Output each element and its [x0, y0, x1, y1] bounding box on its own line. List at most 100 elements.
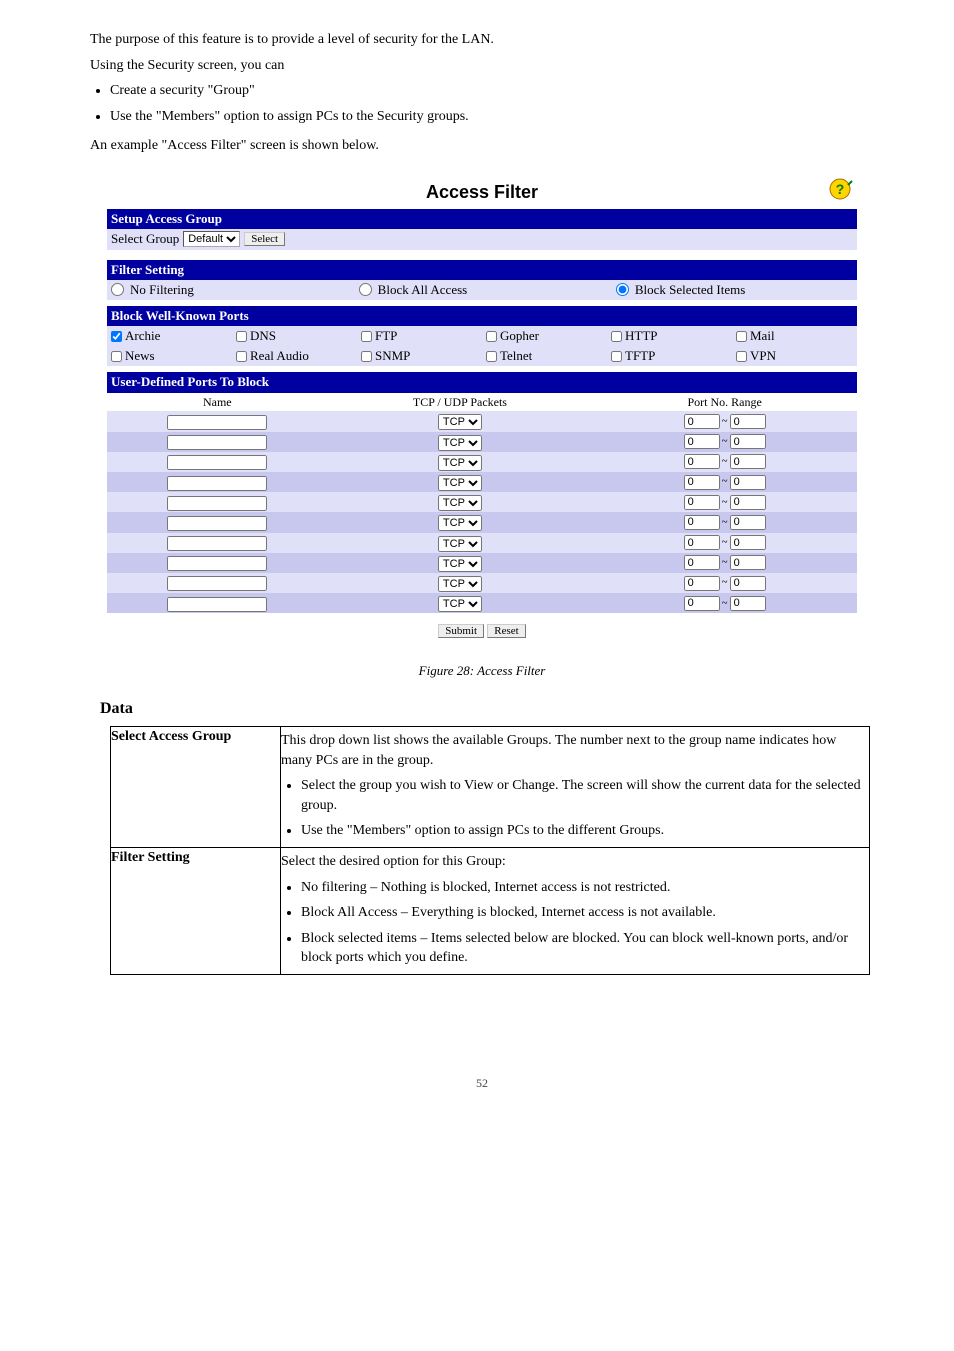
- well-known-ports-header: Block Well-Known Ports: [107, 306, 857, 326]
- table-row: Select Access GroupThis drop down list s…: [111, 727, 870, 848]
- intro-using-heading: Using the Security screen, you can: [90, 56, 874, 76]
- port-to-input[interactable]: [730, 515, 766, 530]
- submit-row: Submit Reset: [107, 613, 857, 647]
- help-icon[interactable]: ?: [829, 176, 855, 207]
- port-from-input[interactable]: [684, 495, 720, 510]
- user-defined-row: TCP ~: [107, 432, 857, 452]
- port-checkbox-news[interactable]: News: [107, 346, 232, 366]
- port-checkbox-mail[interactable]: Mail: [732, 326, 857, 346]
- table-row-label: Filter Setting: [111, 848, 281, 975]
- port-name-input[interactable]: [167, 516, 267, 531]
- range-separator: ~: [722, 515, 728, 530]
- user-defined-columns: Name TCP / UDP Packets Port No. Range: [107, 393, 857, 412]
- port-checkbox-tftp[interactable]: TFTP: [607, 346, 732, 366]
- protocol-select[interactable]: TCP: [438, 495, 482, 511]
- user-defined-row: TCP ~: [107, 533, 857, 553]
- select-button[interactable]: Select: [244, 232, 285, 246]
- protocol-select[interactable]: TCP: [438, 414, 482, 430]
- port-to-input[interactable]: [730, 495, 766, 510]
- port-from-input[interactable]: [684, 414, 720, 429]
- intro-bullets: Create a security "Group" Use the "Membe…: [110, 81, 874, 126]
- port-checkbox-archie[interactable]: Archie: [107, 326, 232, 346]
- port-from-input[interactable]: [684, 535, 720, 550]
- table-row: Filter SettingSelect the desired option …: [111, 848, 870, 975]
- protocol-select[interactable]: TCP: [438, 435, 482, 451]
- port-name-input[interactable]: [167, 435, 267, 450]
- page-title: Access Filter: [426, 180, 538, 205]
- port-from-input[interactable]: [684, 596, 720, 611]
- port-checkbox-gopher[interactable]: Gopher: [482, 326, 607, 346]
- access-filter-panel: Access Filter ? Setup Access Group Selec…: [107, 176, 857, 648]
- protocol-select[interactable]: TCP: [438, 556, 482, 572]
- port-from-input[interactable]: [684, 434, 720, 449]
- port-to-input[interactable]: [730, 414, 766, 429]
- port-checkbox-telnet[interactable]: Telnet: [482, 346, 607, 366]
- intro-bullet-1: Create a security "Group": [110, 81, 874, 101]
- range-separator: ~: [722, 474, 728, 489]
- intro-example: An example "Access Filter" screen is sho…: [90, 136, 874, 156]
- range-separator: ~: [722, 434, 728, 449]
- data-heading: Data: [100, 698, 874, 720]
- figure-caption: Figure 28: Access Filter: [90, 662, 874, 680]
- port-to-input[interactable]: [730, 475, 766, 490]
- port-to-input[interactable]: [730, 555, 766, 570]
- port-name-input[interactable]: [167, 597, 267, 612]
- port-name-input[interactable]: [167, 496, 267, 511]
- user-defined-ports-header: User-Defined Ports To Block: [107, 372, 857, 392]
- user-defined-row: TCP ~: [107, 472, 857, 492]
- port-checkbox-ftp[interactable]: FTP: [357, 326, 482, 346]
- port-checkbox-http[interactable]: HTTP: [607, 326, 732, 346]
- port-name-input[interactable]: [167, 476, 267, 491]
- filter-option-no-filtering[interactable]: No Filtering: [111, 281, 339, 299]
- port-to-input[interactable]: [730, 434, 766, 449]
- port-from-input[interactable]: [684, 576, 720, 591]
- port-name-input[interactable]: [167, 576, 267, 591]
- col-proto: TCP / UDP Packets: [328, 394, 593, 411]
- submit-button[interactable]: Submit: [438, 624, 484, 638]
- table-row-description: Select the desired option for this Group…: [281, 848, 870, 975]
- port-checkbox-vpn[interactable]: VPN: [732, 346, 857, 366]
- range-separator: ~: [722, 575, 728, 590]
- range-separator: ~: [722, 555, 728, 570]
- port-from-input[interactable]: [684, 555, 720, 570]
- protocol-select[interactable]: TCP: [438, 596, 482, 612]
- table-row-description: This drop down list shows the available …: [281, 727, 870, 848]
- port-to-input[interactable]: [730, 454, 766, 469]
- filter-option-block-selected[interactable]: Block Selected Items: [616, 281, 853, 299]
- user-defined-row: TCP~: [107, 452, 857, 472]
- select-group-label: Select Group: [111, 230, 179, 248]
- port-checkbox-snmp[interactable]: SNMP: [357, 346, 482, 366]
- setup-access-group-header: Setup Access Group: [107, 209, 857, 229]
- port-name-input[interactable]: [167, 455, 267, 470]
- protocol-select[interactable]: TCP: [438, 536, 482, 552]
- user-defined-rows: TCP~TCP~TCP~TCP~TCP~TCP~TCP~TCP~TCP~TCP~: [107, 411, 857, 613]
- port-to-input[interactable]: [730, 596, 766, 611]
- intro-purpose: The purpose of this feature is to provid…: [90, 30, 874, 50]
- port-from-input[interactable]: [684, 515, 720, 530]
- protocol-select[interactable]: TCP: [438, 576, 482, 592]
- user-defined-row: TCP ~: [107, 411, 857, 431]
- data-table: Select Access GroupThis drop down list s…: [110, 726, 870, 975]
- port-to-input[interactable]: [730, 535, 766, 550]
- range-separator: ~: [722, 414, 728, 429]
- protocol-select[interactable]: TCP: [438, 475, 482, 491]
- protocol-select[interactable]: TCP: [438, 455, 482, 471]
- port-name-input[interactable]: [167, 556, 267, 571]
- col-range: Port No. Range: [592, 394, 857, 411]
- filter-option-block-all[interactable]: Block All Access: [359, 281, 596, 299]
- select-group-dropdown[interactable]: Default: [183, 231, 240, 247]
- svg-text:?: ?: [836, 181, 845, 197]
- reset-button[interactable]: Reset: [487, 624, 525, 638]
- well-known-ports-grid: ArchieDNSFTPGopherHTTPMail NewsReal Audio…: [107, 326, 857, 366]
- port-name-input[interactable]: [167, 536, 267, 551]
- port-checkbox-dns[interactable]: DNS: [232, 326, 357, 346]
- port-from-input[interactable]: [684, 454, 720, 469]
- port-from-input[interactable]: [684, 475, 720, 490]
- range-separator: ~: [722, 495, 728, 510]
- user-defined-row: TCP~: [107, 593, 857, 613]
- range-separator: ~: [722, 535, 728, 550]
- protocol-select[interactable]: TCP: [438, 515, 482, 531]
- port-checkbox-real-audio[interactable]: Real Audio: [232, 346, 357, 366]
- port-to-input[interactable]: [730, 576, 766, 591]
- port-name-input[interactable]: [167, 415, 267, 430]
